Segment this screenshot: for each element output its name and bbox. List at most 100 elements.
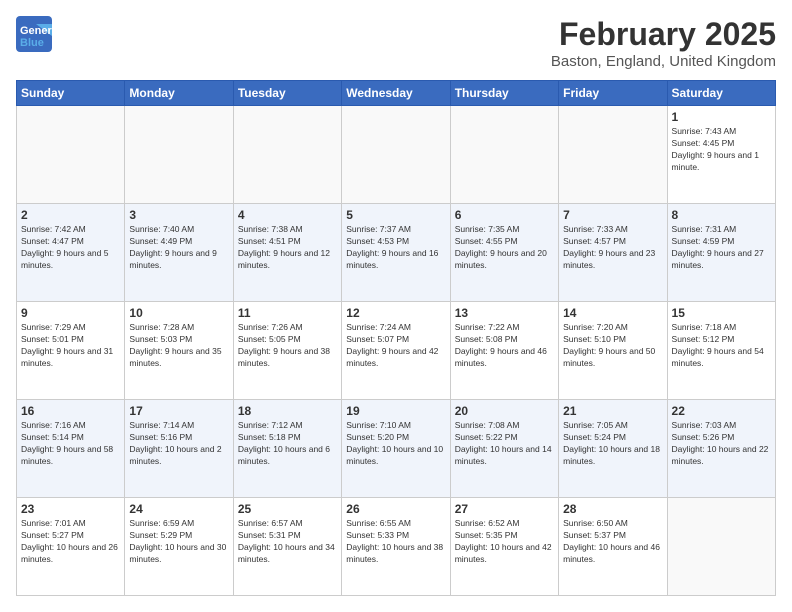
day-number: 21 <box>563 404 662 418</box>
calendar-cell: 9Sunrise: 7:29 AMSunset: 5:01 PMDaylight… <box>17 302 125 400</box>
calendar-cell: 27 Sunrise: 6:52 AMSunset: 5:35 PMDayligh… <box>450 498 558 596</box>
calendar-cell <box>17 106 125 204</box>
weekday-tuesday: Tuesday <box>233 81 341 106</box>
day-number: 12 <box>346 306 445 320</box>
weekday-wednesday: Wednesday <box>342 81 450 106</box>
day-info: Sunrise: 6:57 AMSunset: 5:31 PMDaylight:… <box>238 518 337 566</box>
day-info: Sunrise: 7:12 AMSunset: 5:18 PMDaylight:… <box>238 420 337 468</box>
day-info: Sunrise: 7:29 AMSunset: 5:01 PMDaylight:… <box>21 322 120 370</box>
day-number: 20 <box>455 404 554 418</box>
calendar-cell: 20 Sunrise: 7:08 AMSunset: 5:22 PMDayligh… <box>450 400 558 498</box>
day-info: Sunrise: 7:35 AMSunset: 4:55 PMDaylight:… <box>455 224 554 272</box>
day-number: 15 <box>672 306 771 320</box>
calendar-week-row: 23 Sunrise: 7:01 AMSunset: 5:27 PMDayligh… <box>17 498 776 596</box>
calendar-cell: 4 Sunrise: 7:38 AMSunset: 4:51 PMDaylight… <box>233 204 341 302</box>
day-number: 18 <box>238 404 337 418</box>
weekday-friday: Friday <box>559 81 667 106</box>
day-number: 23 <box>21 502 120 516</box>
svg-text:General: General <box>20 25 52 37</box>
calendar-cell: 18 Sunrise: 7:12 AMSunset: 5:18 PMDayligh… <box>233 400 341 498</box>
calendar-cell: 23 Sunrise: 7:01 AMSunset: 5:27 PMDayligh… <box>17 498 125 596</box>
day-number: 2 <box>21 208 120 222</box>
day-number: 7 <box>563 208 662 222</box>
calendar-cell: 24 Sunrise: 6:59 AMSunset: 5:29 PMDayligh… <box>125 498 233 596</box>
weekday-sunday: Sunday <box>17 81 125 106</box>
weekday-thursday: Thursday <box>450 81 558 106</box>
day-info: Sunrise: 7:28 AMSunset: 5:03 PMDaylight:… <box>129 322 228 370</box>
svg-text:Blue: Blue <box>20 37 44 49</box>
calendar-week-row: 1 Sunrise: 7:43 AMSunset: 4:45 PMDaylight… <box>17 106 776 204</box>
day-number: 13 <box>455 306 554 320</box>
day-info: Sunrise: 6:52 AMSunset: 5:35 PMDaylight:… <box>455 518 554 566</box>
day-info: Sunrise: 7:22 AMSunset: 5:08 PMDaylight:… <box>455 322 554 370</box>
day-info: Sunrise: 6:55 AMSunset: 5:33 PMDaylight:… <box>346 518 445 566</box>
day-info: Sunrise: 7:05 AMSunset: 5:24 PMDaylight:… <box>563 420 662 468</box>
calendar-cell <box>342 106 450 204</box>
day-number: 10 <box>129 306 228 320</box>
calendar-week-row: 16 Sunrise: 7:16 AMSunset: 5:14 PMDayligh… <box>17 400 776 498</box>
calendar-cell: 13 Sunrise: 7:22 AMSunset: 5:08 PMDayligh… <box>450 302 558 400</box>
day-info: Sunrise: 6:50 AMSunset: 5:37 PMDaylight:… <box>563 518 662 566</box>
day-number: 1 <box>672 110 771 124</box>
calendar-cell: 17Sunrise: 7:14 AMSunset: 5:16 PMDayligh… <box>125 400 233 498</box>
title-block: February 2025 Baston, England, United Ki… <box>551 16 776 70</box>
logo-icon: General Blue <box>16 16 52 52</box>
calendar-cell <box>233 106 341 204</box>
month-title: February 2025 <box>551 16 776 53</box>
calendar-table: SundayMondayTuesdayWednesdayThursdayFrid… <box>16 80 776 596</box>
calendar-cell: 14Sunrise: 7:20 AMSunset: 5:10 PMDayligh… <box>559 302 667 400</box>
day-info: Sunrise: 7:31 AMSunset: 4:59 PMDaylight:… <box>672 224 771 272</box>
day-info: Sunrise: 7:43 AMSunset: 4:45 PMDaylight:… <box>672 126 771 174</box>
calendar-cell: 28 Sunrise: 6:50 AMSunset: 5:37 PMDayligh… <box>559 498 667 596</box>
day-info: Sunrise: 6:59 AMSunset: 5:29 PMDaylight:… <box>129 518 228 566</box>
calendar-cell: 8 Sunrise: 7:31 AMSunset: 4:59 PMDaylight… <box>667 204 775 302</box>
calendar-cell: 15Sunrise: 7:18 AMSunset: 5:12 PMDayligh… <box>667 302 775 400</box>
day-info: Sunrise: 7:20 AMSunset: 5:10 PMDaylight:… <box>563 322 662 370</box>
day-number: 24 <box>129 502 228 516</box>
day-number: 5 <box>346 208 445 222</box>
calendar-cell: 7 Sunrise: 7:33 AMSunset: 4:57 PMDaylight… <box>559 204 667 302</box>
calendar-cell <box>667 498 775 596</box>
header: General Blue February 2025 Baston, Engla… <box>16 16 776 70</box>
day-number: 4 <box>238 208 337 222</box>
calendar-cell: 5 Sunrise: 7:37 AMSunset: 4:53 PMDaylight… <box>342 204 450 302</box>
day-info: Sunrise: 7:33 AMSunset: 4:57 PMDaylight:… <box>563 224 662 272</box>
day-number: 3 <box>129 208 228 222</box>
day-info: Sunrise: 7:03 AMSunset: 5:26 PMDaylight:… <box>672 420 771 468</box>
calendar-cell <box>450 106 558 204</box>
day-info: Sunrise: 7:24 AMSunset: 5:07 PMDaylight:… <box>346 322 445 370</box>
weekday-saturday: Saturday <box>667 81 775 106</box>
location: Baston, England, United Kingdom <box>551 53 776 70</box>
calendar-cell: 1 Sunrise: 7:43 AMSunset: 4:45 PMDaylight… <box>667 106 775 204</box>
day-info: Sunrise: 7:38 AMSunset: 4:51 PMDaylight:… <box>238 224 337 272</box>
day-info: Sunrise: 7:40 AMSunset: 4:49 PMDaylight:… <box>129 224 228 272</box>
day-number: 8 <box>672 208 771 222</box>
day-number: 11 <box>238 306 337 320</box>
day-number: 16 <box>21 404 120 418</box>
calendar-cell <box>559 106 667 204</box>
calendar-cell: 25 Sunrise: 6:57 AMSunset: 5:31 PMDayligh… <box>233 498 341 596</box>
day-number: 6 <box>455 208 554 222</box>
day-number: 25 <box>238 502 337 516</box>
day-info: Sunrise: 7:01 AMSunset: 5:27 PMDaylight:… <box>21 518 120 566</box>
calendar-cell: 10 Sunrise: 7:28 AMSunset: 5:03 PMDayligh… <box>125 302 233 400</box>
day-number: 28 <box>563 502 662 516</box>
weekday-header-row: SundayMondayTuesdayWednesdayThursdayFrid… <box>17 81 776 106</box>
day-info: Sunrise: 7:08 AMSunset: 5:22 PMDaylight:… <box>455 420 554 468</box>
day-info: Sunrise: 7:37 AMSunset: 4:53 PMDaylight:… <box>346 224 445 272</box>
calendar-cell: 22Sunrise: 7:03 AMSunset: 5:26 PMDayligh… <box>667 400 775 498</box>
calendar-week-row: 2Sunrise: 7:42 AMSunset: 4:47 PMDaylight… <box>17 204 776 302</box>
day-info: Sunrise: 7:16 AMSunset: 5:14 PMDaylight:… <box>21 420 120 468</box>
day-info: Sunrise: 7:10 AMSunset: 5:20 PMDaylight:… <box>346 420 445 468</box>
calendar-cell: 6 Sunrise: 7:35 AMSunset: 4:55 PMDaylight… <box>450 204 558 302</box>
day-info: Sunrise: 7:26 AMSunset: 5:05 PMDaylight:… <box>238 322 337 370</box>
calendar-cell: 3 Sunrise: 7:40 AMSunset: 4:49 PMDaylight… <box>125 204 233 302</box>
calendar-cell: 21 Sunrise: 7:05 AMSunset: 5:24 PMDayligh… <box>559 400 667 498</box>
calendar-cell: 26 Sunrise: 6:55 AMSunset: 5:33 PMDayligh… <box>342 498 450 596</box>
page: General Blue February 2025 Baston, Engla… <box>0 0 792 612</box>
logo: General Blue <box>16 16 52 57</box>
day-number: 26 <box>346 502 445 516</box>
calendar-cell: 16 Sunrise: 7:16 AMSunset: 5:14 PMDayligh… <box>17 400 125 498</box>
calendar-cell: 2Sunrise: 7:42 AMSunset: 4:47 PMDaylight… <box>17 204 125 302</box>
day-number: 27 <box>455 502 554 516</box>
